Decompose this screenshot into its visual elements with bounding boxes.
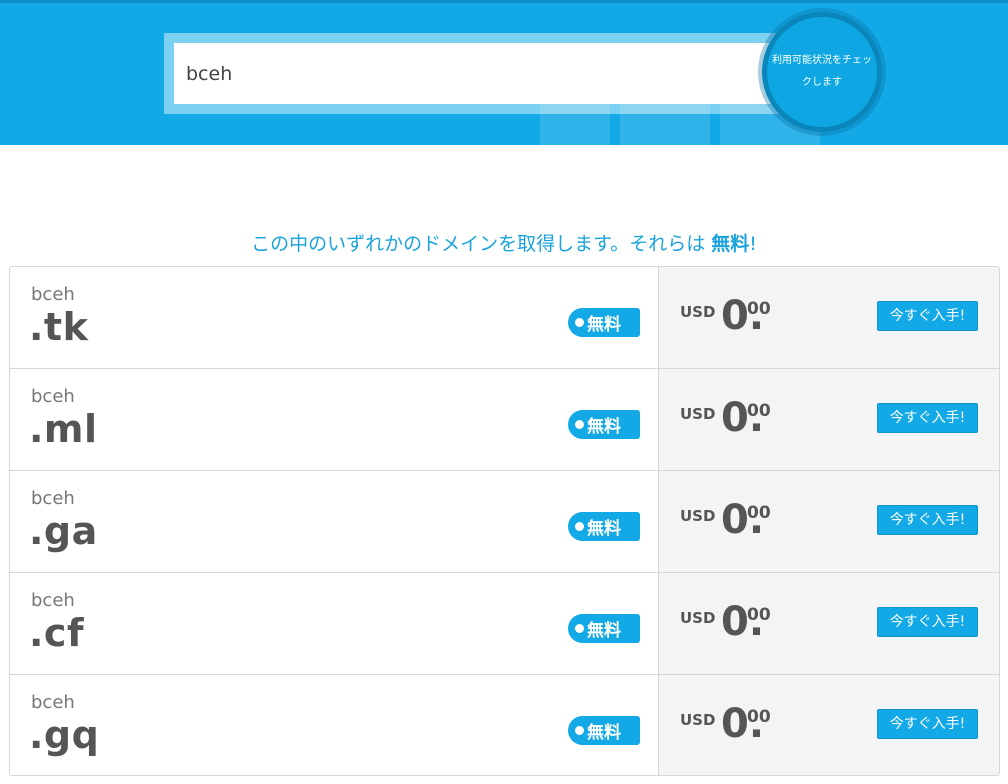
price-panel: USD 0. 00 今すぐ入手!: [659, 369, 999, 470]
free-badge: 無料: [568, 716, 640, 745]
get-now-button[interactable]: 今すぐ入手!: [877, 505, 978, 535]
free-badge-label: 無料: [587, 723, 621, 743]
domain-info: bceh .ga 無料: [10, 471, 659, 572]
price-panel: USD 0. 00 今すぐ入手!: [659, 573, 999, 674]
currency: USD: [680, 609, 716, 627]
check-availability-button[interactable]: 利用可能状況をチェックします: [762, 12, 882, 132]
domain-info: bceh .cf 無料: [10, 573, 659, 674]
headline-suffix: !: [749, 233, 757, 255]
price-decimal: 00: [747, 503, 771, 523]
domain-tld: .ml: [29, 407, 98, 451]
tag-hole-icon: [575, 420, 584, 429]
domain-tld: .cf: [29, 611, 84, 655]
domain-name: bceh: [31, 284, 75, 305]
free-badge-label: 無料: [587, 621, 621, 641]
free-badge: 無料: [568, 308, 640, 337]
tag-hole-icon: [575, 624, 584, 633]
free-badge: 無料: [568, 614, 640, 643]
free-badge-label: 無料: [587, 519, 621, 539]
domain-name: bceh: [31, 488, 75, 509]
domain-name: bceh: [31, 590, 75, 611]
tag-hole-icon: [575, 522, 584, 531]
domain-info: bceh .ml 無料: [10, 369, 659, 470]
price-panel: USD 0. 00 今すぐ入手!: [659, 471, 999, 572]
domain-tld: .ga: [29, 509, 98, 553]
currency: USD: [680, 507, 716, 525]
tag-hole-icon: [575, 726, 584, 735]
free-badge-label: 無料: [587, 417, 621, 437]
domain-row: bceh .cf 無料 USD 0. 00 今すぐ入手!: [10, 573, 999, 675]
price-decimal: 00: [747, 707, 771, 727]
domain-row: bceh .ml 無料 USD 0. 00 今すぐ入手!: [10, 369, 999, 471]
domain-name: bceh: [31, 386, 75, 407]
get-now-button[interactable]: 今すぐ入手!: [877, 301, 978, 331]
domain-row: bceh .tk 無料 USD 0. 00 今すぐ入手!: [10, 267, 999, 369]
currency: USD: [680, 711, 716, 729]
price-decimal: 00: [747, 299, 771, 319]
price-decimal: 00: [747, 401, 771, 421]
domain-info: bceh .tk 無料: [10, 267, 659, 368]
domain-list: bceh .tk 無料 USD 0. 00 今すぐ入手! bceh .ml 無料…: [9, 266, 1000, 776]
free-badge-label: 無料: [587, 315, 621, 335]
free-badge: 無料: [568, 410, 640, 439]
get-now-button[interactable]: 今すぐ入手!: [877, 607, 978, 637]
get-now-button[interactable]: 今すぐ入手!: [877, 403, 978, 433]
domain-tld: .tk: [29, 305, 89, 349]
headline-free: 無料: [711, 233, 750, 255]
price-decimal: 00: [747, 605, 771, 625]
domain-row: bceh .gq 無料 USD 0. 00 今すぐ入手!: [10, 675, 999, 775]
tag-hole-icon: [575, 318, 584, 327]
domain-tld: .gq: [29, 713, 100, 757]
currency: USD: [680, 303, 716, 321]
price-panel: USD 0. 00 今すぐ入手!: [659, 267, 999, 368]
price-panel: USD 0. 00 今すぐ入手!: [659, 675, 999, 775]
get-now-button[interactable]: 今すぐ入手!: [877, 709, 978, 739]
domain-name: bceh: [31, 692, 75, 713]
domain-search-input[interactable]: [174, 43, 784, 104]
free-badge: 無料: [568, 512, 640, 541]
currency: USD: [680, 405, 716, 423]
domain-info: bceh .gq 無料: [10, 675, 659, 775]
check-availability-label: 利用可能状況をチェックします: [772, 55, 872, 88]
page-headline: この中のいずれかのドメインを取得します。それらは 無料!: [0, 229, 1008, 256]
headline-text: この中のいずれかのドメインを取得します。それらは: [251, 233, 706, 255]
domain-row: bceh .ga 無料 USD 0. 00 今すぐ入手!: [10, 471, 999, 573]
